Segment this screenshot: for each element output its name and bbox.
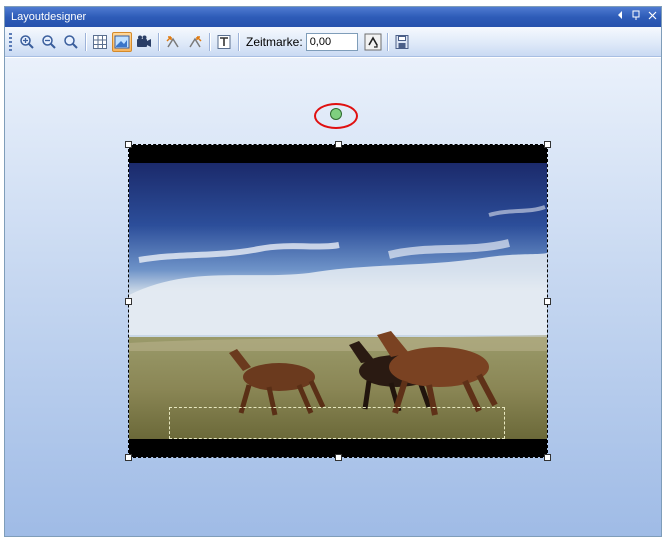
zoom-out-icon[interactable] [39,32,59,52]
resize-handle-sw[interactable] [125,454,132,461]
resize-handle-ne[interactable] [544,141,551,148]
timestamp-label: Zeitmarke: [246,34,303,49]
window-title: Layoutdesigner [11,11,87,23]
resize-handle-e[interactable] [544,298,551,305]
timestamp-input[interactable] [305,32,358,51]
pin-icon[interactable] [615,7,625,27]
zoom-in-icon[interactable] [17,32,37,52]
resize-handle-s[interactable] [335,454,342,461]
design-canvas[interactable] [5,58,661,536]
text-region-selection[interactable] [169,407,505,439]
toolbar-separator [209,32,210,51]
image-mode-icon[interactable] [112,31,132,52]
zoom-fit-icon[interactable] [61,32,81,52]
resize-handle-se[interactable] [544,454,551,461]
toolbar-separator [85,32,86,51]
resize-handle-w[interactable] [125,298,132,305]
move-right-icon[interactable] [185,32,205,52]
close-icon[interactable] [647,7,657,27]
grid-icon[interactable] [90,32,110,52]
camera-icon[interactable] [134,32,154,52]
rotation-handle[interactable] [330,108,342,120]
toolbar-separator [386,32,388,51]
window-controls [615,7,657,27]
resize-handle-n[interactable] [335,141,342,148]
spin-icon[interactable] [362,31,384,53]
toolbar: Zeitmarke: [5,27,661,57]
save-icon[interactable] [392,32,412,52]
text-icon[interactable] [214,32,234,52]
toolbar-separator [238,32,239,51]
toolbar-separator [158,32,159,51]
title-bar: Layoutdesigner [5,7,661,27]
layoutdesigner-panel: Layoutdesigner Zeitmarke: 0,00 [4,6,662,537]
float-icon[interactable] [631,7,641,27]
toolbar-grip[interactable] [9,32,12,51]
move-left-icon[interactable] [163,32,183,52]
resize-handle-nw[interactable] [125,141,132,148]
